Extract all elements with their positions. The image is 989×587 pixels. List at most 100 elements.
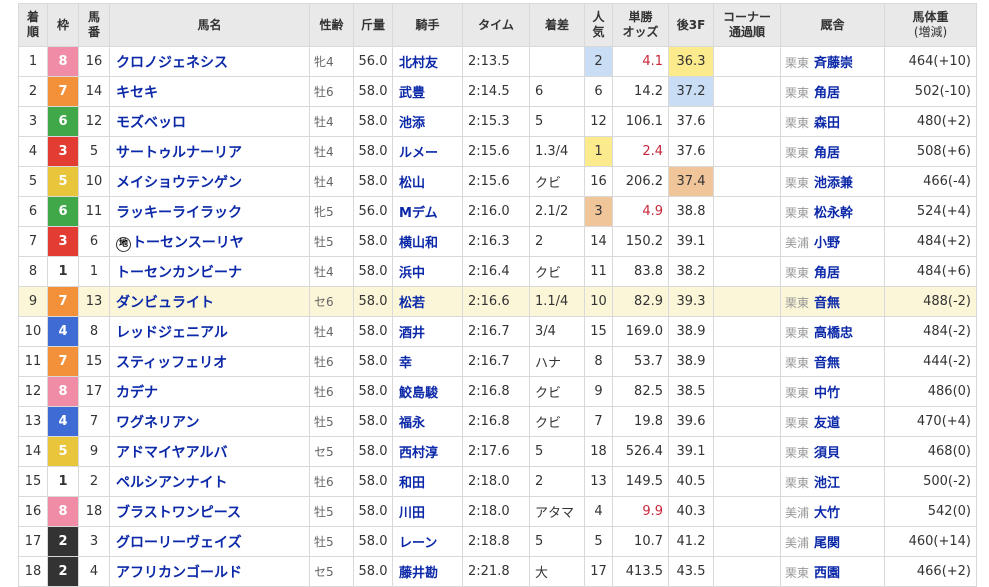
margin-cell: クビ bbox=[529, 256, 585, 287]
horse-name-link[interactable]: グローリーヴェイズ bbox=[109, 526, 310, 557]
trainer-link[interactable]: 角居 bbox=[814, 86, 840, 101]
table-row: 1 8 16 クロノジェネシス 牝4 56.0 北村友 2:13.5 2 4.1… bbox=[18, 46, 977, 77]
trainer-link[interactable]: 角居 bbox=[814, 146, 840, 161]
jockey-link[interactable]: 浜中 bbox=[392, 256, 463, 287]
horse-name-link[interactable]: ラッキーライラック bbox=[109, 196, 310, 227]
horse-name-link[interactable]: レッドジェニアル bbox=[109, 316, 310, 347]
jockey-link[interactable]: 西村淳 bbox=[392, 436, 463, 467]
horse-name-link[interactable]: トーセンカンビーナ bbox=[109, 256, 310, 287]
horse-name-link[interactable]: ダンビュライト bbox=[109, 286, 310, 317]
rank-cell: 4 bbox=[18, 136, 48, 167]
jockey-link[interactable]: 武豊 bbox=[392, 76, 463, 107]
horse-name-text: トーセンスーリヤ bbox=[132, 234, 244, 251]
jockey-link[interactable]: Mデム bbox=[392, 196, 463, 227]
time-cell: 2:16.8 bbox=[462, 376, 530, 407]
horse-name-link[interactable]: キセキ bbox=[109, 76, 310, 107]
trainer-link[interactable]: 森田 bbox=[814, 116, 840, 131]
race-result-table: 着順 枠 馬番 馬名 性齢 斤量 騎手 タイム 着差 人気 単勝 オッズ 後3F … bbox=[18, 3, 977, 587]
trainer-link[interactable]: 友道 bbox=[814, 416, 840, 431]
trainer-link[interactable]: 音無 bbox=[814, 356, 840, 371]
jockey-link[interactable]: ルメー bbox=[392, 136, 463, 167]
horse-name-link[interactable]: メイショウテンゲン bbox=[109, 166, 310, 197]
odds-cell: 82.9 bbox=[612, 286, 669, 317]
weight-cell: 58.0 bbox=[353, 406, 393, 437]
horse-name-link[interactable]: カデナ bbox=[109, 376, 310, 407]
trainer-link[interactable]: 中竹 bbox=[814, 386, 840, 401]
waku-badge: 6 bbox=[48, 107, 78, 136]
horse-name-link[interactable]: サートゥルナーリア bbox=[109, 136, 310, 167]
umaban-cell: 4 bbox=[78, 556, 110, 587]
time-cell: 2:16.3 bbox=[462, 226, 530, 257]
horse-name-text: スティッフェリオ bbox=[116, 354, 228, 371]
trainer-link[interactable]: 西園 bbox=[814, 566, 840, 581]
jockey-link[interactable]: 横山和 bbox=[392, 226, 463, 257]
trainer-link[interactable]: 池江 bbox=[814, 476, 840, 491]
last3f-cell: 41.2 bbox=[668, 526, 714, 557]
waku-cell: 7 bbox=[47, 286, 79, 317]
table-row: 4 3 5 サートゥルナーリア 牡4 58.0 ルメー 2:15.6 1.3/4… bbox=[18, 136, 977, 167]
last3f-cell: 38.9 bbox=[668, 316, 714, 347]
table-row: 9 7 13 ダンビュライト セ6 58.0 松若 2:16.6 1.1/4 1… bbox=[18, 286, 977, 317]
popularity-cell: 13 bbox=[584, 466, 613, 497]
rank-cell: 10 bbox=[18, 316, 48, 347]
horse-name-text: モズベッロ bbox=[116, 114, 186, 131]
corner-cell bbox=[713, 166, 781, 197]
time-cell: 2:15.6 bbox=[462, 136, 530, 167]
horse-name-link[interactable]: アフリカンゴールド bbox=[109, 556, 310, 587]
waku-badge: 3 bbox=[48, 227, 78, 256]
trainer-link[interactable]: 小野 bbox=[814, 236, 840, 251]
jockey-link[interactable]: レーン bbox=[392, 526, 463, 557]
horse-name-link[interactable]: ペルシアンナイト bbox=[109, 466, 310, 497]
trainer-link[interactable]: 大竹 bbox=[814, 506, 840, 521]
jockey-link[interactable]: 幸 bbox=[392, 346, 463, 377]
sex-age-cell: セ5 bbox=[309, 436, 354, 467]
trainer-link[interactable]: 高橋忠 bbox=[814, 326, 853, 341]
trainer-link[interactable]: 尾関 bbox=[814, 536, 840, 551]
jockey-link[interactable]: 福永 bbox=[392, 406, 463, 437]
corner-cell bbox=[713, 226, 781, 257]
jockey-link[interactable]: 和田 bbox=[392, 466, 463, 497]
jockey-link[interactable]: 松山 bbox=[392, 166, 463, 197]
corner-cell bbox=[713, 196, 781, 227]
horse-name-link[interactable]: スティッフェリオ bbox=[109, 346, 310, 377]
trainer-link[interactable]: 音無 bbox=[814, 296, 840, 311]
trainer-link[interactable]: 斉藤崇 bbox=[814, 56, 853, 71]
trainer-link[interactable]: 角居 bbox=[814, 266, 840, 281]
jockey-link[interactable]: 鮫島駿 bbox=[392, 376, 463, 407]
trainer-link[interactable]: 池添兼 bbox=[814, 176, 853, 191]
odds-cell: 526.4 bbox=[612, 436, 669, 467]
horse-name-link[interactable]: ワグネリアン bbox=[109, 406, 310, 437]
horse-weight-cell: 484(-2) bbox=[884, 316, 977, 347]
odds-cell: 14.2 bbox=[612, 76, 669, 107]
header-horse-weight: 馬体重 (増減) bbox=[884, 3, 977, 47]
umaban-cell: 5 bbox=[78, 136, 110, 167]
jockey-link[interactable]: 藤井勘 bbox=[392, 556, 463, 587]
jockey-link[interactable]: 北村友 bbox=[392, 46, 463, 77]
horse-name-link[interactable]: 地トーセンスーリヤ bbox=[109, 226, 310, 257]
jockey-link[interactable]: 川田 bbox=[392, 496, 463, 527]
trainer-link[interactable]: 須貝 bbox=[814, 446, 840, 461]
corner-cell bbox=[713, 406, 781, 437]
jockey-link[interactable]: 池添 bbox=[392, 106, 463, 137]
table-row: 18 2 4 アフリカンゴールド セ5 58.0 藤井勘 2:21.8 大 17… bbox=[18, 556, 977, 587]
umaban-cell: 11 bbox=[78, 196, 110, 227]
time-cell: 2:21.8 bbox=[462, 556, 530, 587]
horse-name-link[interactable]: アドマイヤアルバ bbox=[109, 436, 310, 467]
popularity-cell: 8 bbox=[584, 346, 613, 377]
trainer-link[interactable]: 松永幹 bbox=[814, 206, 853, 221]
jockey-link[interactable]: 松若 bbox=[392, 286, 463, 317]
region-label: 栗東 bbox=[785, 416, 810, 430]
horse-name-text: カデナ bbox=[116, 384, 158, 401]
horse-name-link[interactable]: ブラストワンピース bbox=[109, 496, 310, 527]
odds-cell: 106.1 bbox=[612, 106, 669, 137]
table-row: 7 3 6 地トーセンスーリヤ 牡5 58.0 横山和 2:16.3 2 14 … bbox=[18, 226, 977, 257]
jockey-link[interactable]: 酒井 bbox=[392, 316, 463, 347]
horse-name-link[interactable]: モズベッロ bbox=[109, 106, 310, 137]
time-cell: 2:18.0 bbox=[462, 496, 530, 527]
weight-cell: 58.0 bbox=[353, 526, 393, 557]
corner-cell bbox=[713, 316, 781, 347]
horse-name-link[interactable]: クロノジェネシス bbox=[109, 46, 310, 77]
popularity-cell: 1 bbox=[584, 136, 613, 167]
last3f-cell: 39.1 bbox=[668, 436, 714, 467]
rank-cell: 17 bbox=[18, 526, 48, 557]
